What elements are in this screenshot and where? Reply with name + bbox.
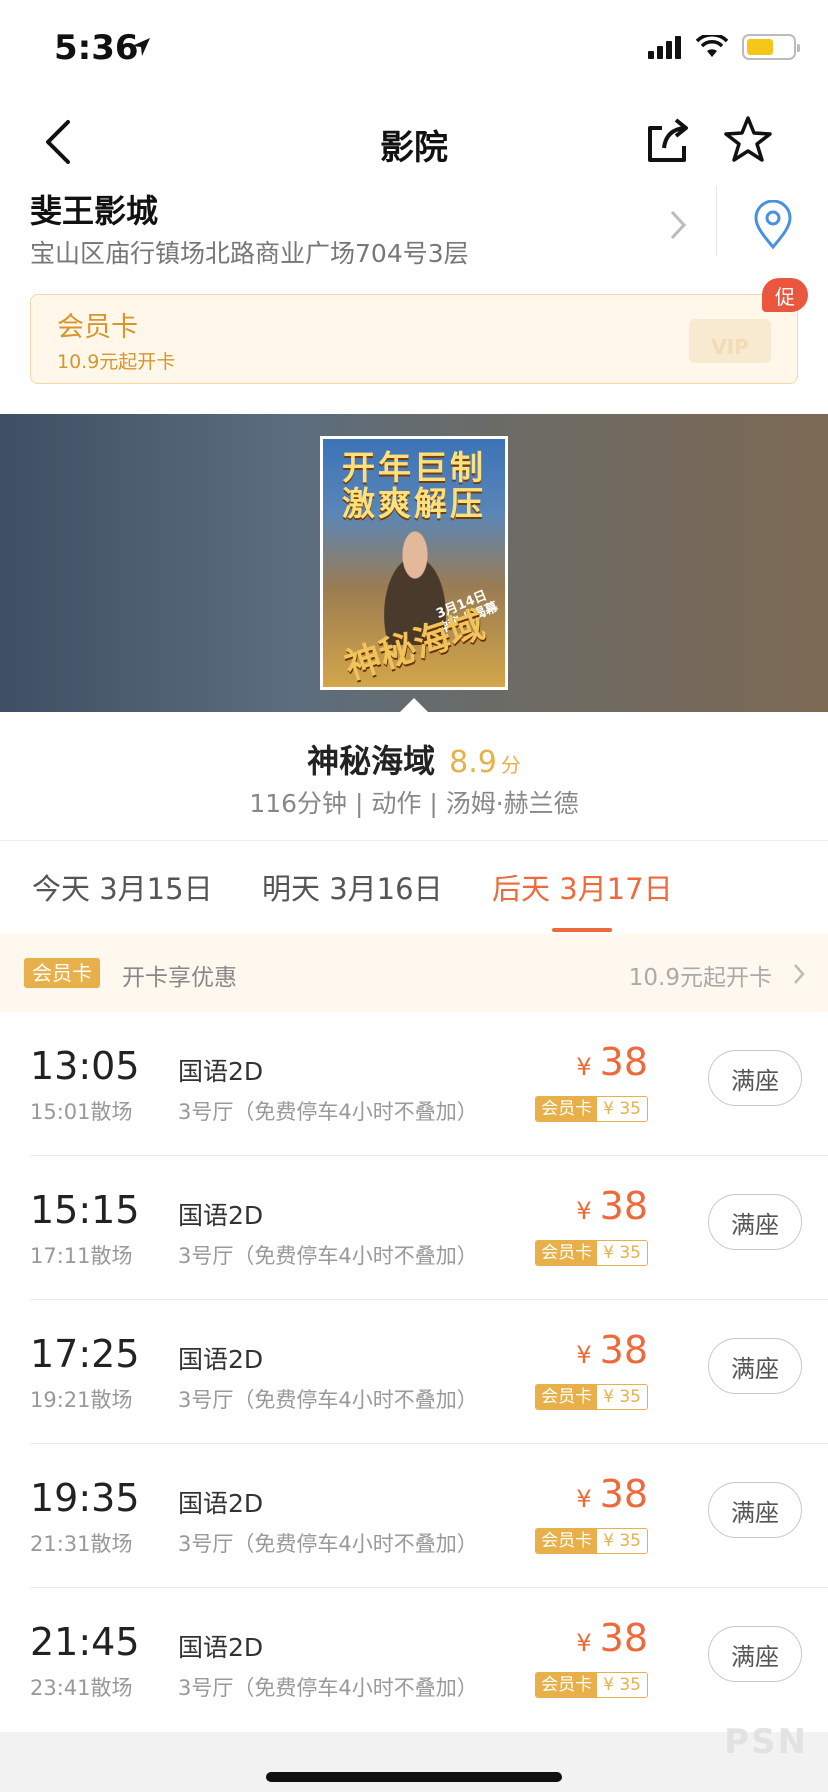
hall-info: 3号厅（免费停车4小时不叠加） xyxy=(178,1244,478,1268)
end-time: 17:11散场 xyxy=(30,1244,133,1268)
divider xyxy=(716,186,717,256)
member-card-tag: 会员卡 xyxy=(24,958,100,988)
cinema-address: 宝山区庙行镇场北路商业广场704号3层 xyxy=(30,239,469,268)
end-time: 23:41散场 xyxy=(30,1676,133,1700)
hall-info: 3号厅（免费停车4小时不叠加） xyxy=(178,1676,478,1700)
ticket-price: ¥38 xyxy=(576,1184,648,1228)
member-price: 会员卡 ¥ 35 xyxy=(535,1096,648,1122)
hall-info: 3号厅（免费停车4小时不叠加） xyxy=(178,1388,478,1412)
status-time: 5:36 xyxy=(54,28,139,68)
ticket-price: ¥38 xyxy=(576,1616,648,1660)
member-card-banner[interactable]: 会员卡 10.9元起开卡 VIP xyxy=(30,294,798,384)
divider xyxy=(0,840,828,841)
showtime-row[interactable]: 19:35 21:31散场 国语2D 3号厅（免费停车4小时不叠加） ¥38 会… xyxy=(0,1444,828,1588)
status-bar: 5:36 xyxy=(0,0,828,100)
member-card-title: 会员卡 xyxy=(57,312,138,343)
sold-out-button[interactable]: 满座 xyxy=(708,1050,802,1106)
vip-card-icon: VIP xyxy=(689,319,771,363)
movie-banner: 开年巨制 激爽解压 3月14日 神秘大揭幕 神秘海域 xyxy=(0,414,828,712)
member-card-subtitle: 10.9元起开卡 xyxy=(57,351,176,373)
showtime-row[interactable]: 13:05 15:01散场 国语2D 3号厅（免费停车4小时不叠加） ¥38 会… xyxy=(0,1012,828,1156)
movie-score-unit: 分 xyxy=(500,753,521,777)
member-price: 会员卡 ¥ 35 xyxy=(535,1672,648,1698)
currency-symbol: ¥ xyxy=(576,1341,592,1369)
hall-info: 3号厅（免费停车4小时不叠加） xyxy=(178,1532,478,1556)
map-pin-icon[interactable] xyxy=(752,199,794,250)
end-time: 21:31散场 xyxy=(30,1532,133,1556)
tab-day-after-tomorrow[interactable]: 后天 3月17日 xyxy=(492,866,673,908)
ticket-price: ¥38 xyxy=(576,1472,648,1516)
price-value: 38 xyxy=(599,1184,648,1228)
favorite-star-button[interactable] xyxy=(722,114,774,166)
currency-symbol: ¥ xyxy=(576,1629,592,1657)
tab-today[interactable]: 今天 3月15日 xyxy=(32,866,213,908)
start-time: 15:15 xyxy=(30,1188,140,1232)
date-tabs: 今天 3月15日 明天 3月16日 后天 3月17日 xyxy=(0,842,828,932)
currency-symbol: ¥ xyxy=(576,1197,592,1225)
member-price: 会员卡 ¥ 35 xyxy=(535,1384,648,1410)
language-format: 国语2D xyxy=(178,1489,264,1518)
sold-out-button[interactable]: 满座 xyxy=(708,1626,802,1682)
watermark-logo: PSN xyxy=(724,1722,808,1762)
movie-meta: 116分钟 | 动作 | 汤姆·赫兰德 xyxy=(249,789,579,818)
bottom-bar xyxy=(0,1732,828,1792)
chevron-right-icon xyxy=(668,208,688,242)
poster-headline-2: 激爽解压 xyxy=(342,484,486,523)
ticket-price: ¥38 xyxy=(576,1328,648,1372)
promo-badge: 促 xyxy=(762,278,808,312)
share-button[interactable] xyxy=(644,114,692,166)
language-format: 国语2D xyxy=(178,1633,264,1662)
movie-info[interactable]: 神秘海域 8.9 分 116分钟 | 动作 | 汤姆·赫兰德 xyxy=(0,712,828,840)
price-value: 38 xyxy=(599,1040,648,1084)
end-time: 19:21散场 xyxy=(30,1388,133,1412)
start-time: 19:35 xyxy=(30,1476,140,1520)
price-value: 38 xyxy=(599,1472,648,1516)
nav-bar: 影院 xyxy=(0,100,828,184)
sold-out-button[interactable]: 满座 xyxy=(708,1482,802,1538)
sold-out-button[interactable]: 满座 xyxy=(708,1194,802,1250)
battery-icon xyxy=(742,34,800,60)
poster-selector-notch xyxy=(399,698,429,713)
movie-poster[interactable]: 开年巨制 激爽解压 3月14日 神秘大揭幕 神秘海域 xyxy=(320,436,508,690)
ticket-price: ¥38 xyxy=(576,1040,648,1084)
end-time: 15:01散场 xyxy=(30,1100,133,1124)
promo-right-text: 10.9元起开卡 xyxy=(628,965,772,991)
cinema-info[interactable]: 斐王影城 宝山区庙行镇场北路商业广场704号3层 xyxy=(0,178,828,278)
movie-title-row: 神秘海域 8.9 分 xyxy=(0,736,828,782)
cinema-name: 斐王影城 xyxy=(30,192,159,230)
showtime-row[interactable]: 17:25 19:21散场 国语2D 3号厅（免费停车4小时不叠加） ¥38 会… xyxy=(0,1300,828,1444)
location-arrow-icon xyxy=(130,36,152,62)
price-value: 38 xyxy=(599,1616,648,1660)
sold-out-button[interactable]: 满座 xyxy=(708,1338,802,1394)
home-indicator[interactable] xyxy=(266,1772,562,1782)
language-format: 国语2D xyxy=(178,1345,264,1374)
member-promo-strip[interactable]: 会员卡 开卡享优惠 10.9元起开卡 xyxy=(0,934,828,1012)
status-icons xyxy=(648,34,800,60)
promo-text: 开卡享优惠 xyxy=(122,965,237,991)
member-price: 会员卡 ¥ 35 xyxy=(535,1528,648,1554)
language-format: 国语2D xyxy=(178,1201,264,1230)
start-time: 13:05 xyxy=(30,1044,140,1088)
showtime-list: 13:05 15:01散场 国语2D 3号厅（免费停车4小时不叠加） ¥38 会… xyxy=(0,1012,828,1732)
wifi-icon xyxy=(696,35,728,57)
currency-symbol: ¥ xyxy=(576,1053,592,1081)
chevron-right-icon xyxy=(792,962,806,986)
language-format: 国语2D xyxy=(178,1057,264,1086)
signal-icon xyxy=(648,36,681,59)
movie-score: 8.9 xyxy=(449,745,497,780)
showtime-row[interactable]: 15:15 17:11散场 国语2D 3号厅（免费停车4小时不叠加） ¥38 会… xyxy=(0,1156,828,1300)
showtime-row[interactable]: 21:45 23:41散场 国语2D 3号厅（免费停车4小时不叠加） ¥38 会… xyxy=(0,1588,828,1732)
active-tab-indicator xyxy=(552,928,612,932)
price-value: 38 xyxy=(599,1328,648,1372)
start-time: 21:45 xyxy=(30,1620,140,1664)
page-title: 影院 xyxy=(380,128,448,168)
currency-symbol: ¥ xyxy=(576,1485,592,1513)
member-price: 会员卡 ¥ 35 xyxy=(535,1240,648,1266)
movie-title: 神秘海域 xyxy=(307,742,436,780)
hall-info: 3号厅（免费停车4小时不叠加） xyxy=(178,1100,478,1124)
start-time: 17:25 xyxy=(30,1332,140,1376)
tab-tomorrow[interactable]: 明天 3月16日 xyxy=(262,866,443,908)
